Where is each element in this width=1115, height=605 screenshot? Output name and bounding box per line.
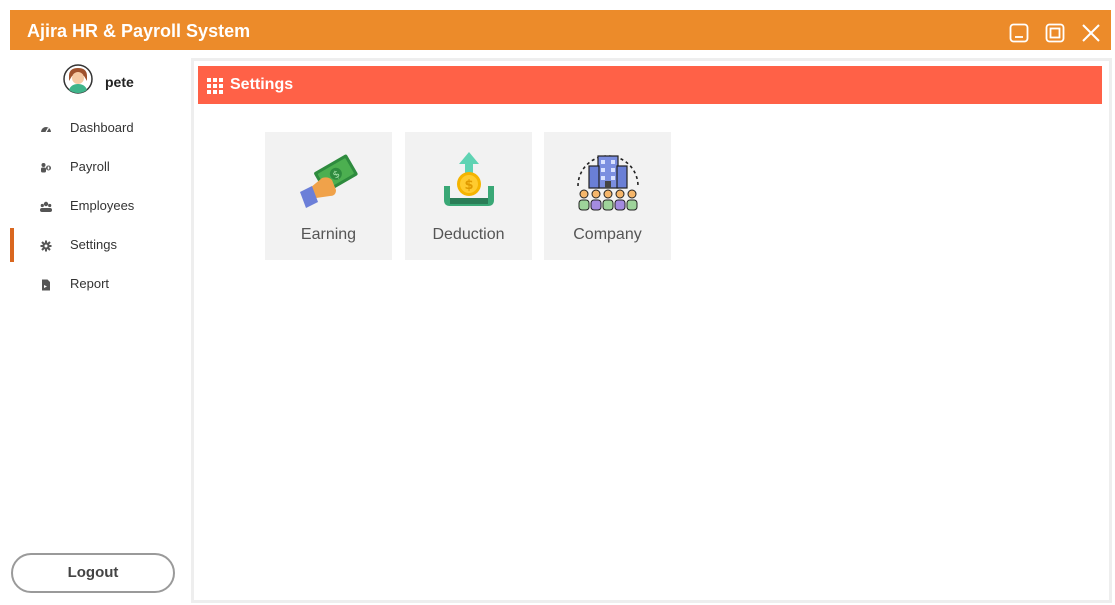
dashboard-icon <box>40 122 52 134</box>
money-hand-icon: $ <box>296 150 362 214</box>
sidebar: pete Dashboard Payroll Employees Setting… <box>10 50 190 602</box>
grid-icon <box>207 78 223 94</box>
username: pete <box>105 74 134 90</box>
close-icon[interactable] <box>1081 23 1101 43</box>
employees-icon <box>40 200 52 212</box>
gear-icon <box>40 239 52 252</box>
minimize-icon[interactable] <box>1009 23 1029 43</box>
sidebar-item-label: Report <box>70 276 110 291</box>
earning-tile[interactable]: $ Earning <box>265 132 392 260</box>
page-title: Settings <box>230 76 294 93</box>
deduction-tile[interactable]: $ Deduction <box>405 132 532 260</box>
title-bar[interactable]: Ajira HR & Payroll System <box>10 10 1111 50</box>
sidebar-item-employees[interactable]: Employees <box>10 189 190 223</box>
sidebar-item-label: Payroll <box>70 159 110 174</box>
payroll-icon <box>40 161 52 173</box>
logout-button[interactable]: Logout <box>11 553 175 593</box>
maximize-icon[interactable] <box>1045 23 1065 43</box>
coin-deduction-icon: $ <box>436 150 502 214</box>
sidebar-item-report[interactable]: Report <box>10 267 190 301</box>
active-indicator <box>10 228 14 262</box>
sidebar-item-label: Settings <box>70 237 117 252</box>
company-tile[interactable]: Company <box>544 132 671 260</box>
sidebar-item-payroll[interactable]: Payroll <box>10 150 190 184</box>
app-window: Ajira HR & Payroll System pete Dashboard… <box>10 10 1112 603</box>
company-building-icon <box>575 150 641 214</box>
main-content: Settings $ Earning $ Deduction Company <box>191 58 1112 603</box>
tile-label: Company <box>573 226 642 243</box>
user-avatar-icon <box>63 64 93 94</box>
report-icon <box>40 278 52 291</box>
sidebar-item-label: Employees <box>70 198 135 213</box>
sidebar-item-settings[interactable]: Settings <box>10 228 190 262</box>
tile-label: Deduction <box>432 226 505 243</box>
sidebar-item-label: Dashboard <box>70 120 134 135</box>
svg-text:$: $ <box>464 178 473 193</box>
sidebar-item-dashboard[interactable]: Dashboard <box>10 111 190 145</box>
window-title: Ajira HR & Payroll System <box>27 21 251 41</box>
page-header: Settings <box>198 66 1102 104</box>
tile-label: Earning <box>300 226 357 243</box>
